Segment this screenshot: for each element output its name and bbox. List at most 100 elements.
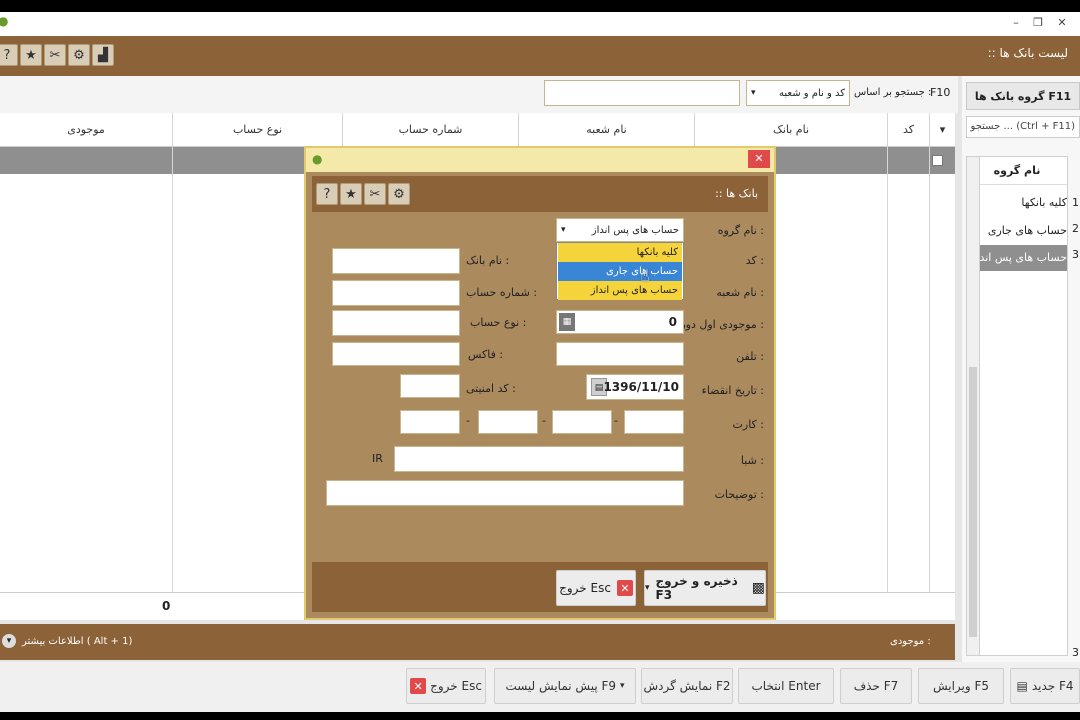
list-item[interactable]: حساب های پس انداز [967,245,1067,271]
edit-button[interactable]: ویرایش F5 [918,668,1004,704]
tools-icon[interactable]: ✂ [44,44,66,66]
row-number: 1 [1072,196,1079,209]
page-title: :: لیست بانک ها [987,46,1068,60]
card-dash: - [542,414,546,427]
col-code[interactable]: کد [887,113,929,147]
app-icon: ● [0,14,9,28]
save-exit-button[interactable]: ▾ ذخیره و خروج F3 ▩ [644,570,766,606]
account-type-input[interactable] [332,310,460,336]
opening-balance-input[interactable]: ▦ 0 [556,310,684,334]
list-item[interactable]: کلیه بانکها [967,191,1067,215]
save-exit-label: ذخیره و خروج F3 [655,574,738,602]
exit-button[interactable]: ✕ خروج Esc [406,668,486,704]
col-account-type[interactable]: نوع حساب [172,113,342,147]
fax-input[interactable] [332,342,460,366]
new-button[interactable]: ▤ جدید F4 [1010,668,1080,704]
sheba-label: شبا : [740,454,764,467]
search-by-label: جستجو بر اساس : [854,87,932,98]
expiry-date-input[interactable]: ▤ 1396/11/10 [586,374,684,400]
delete-button[interactable]: حذف F7 [840,668,912,704]
dropdown-option[interactable]: حساب های پس انداز [558,281,682,300]
account-number-input[interactable] [332,280,460,306]
document-icon: ▤ [1016,679,1028,693]
group-panel: گروه بانک ها F11 جستجو ... (Ctrl + F11) … [962,76,1080,662]
group-name: حساب های جاری [987,224,1067,237]
opening-balance-value: 0 [668,315,677,329]
security-code-input[interactable] [400,374,460,398]
card-label: کارت : [732,418,764,431]
gear-icon[interactable]: ⚙ [68,44,90,66]
tools-icon[interactable]: ✂ [364,183,386,205]
grid-divider [929,147,930,617]
star-icon[interactable]: ★ [20,44,42,66]
sheba-input[interactable] [394,446,684,472]
group-name: حساب های پس انداز [971,251,1067,264]
search-field-value: کد و نام و شعبه [779,87,845,99]
card-part-3[interactable] [552,410,612,434]
card-dash: - [614,414,618,427]
group-list-scrollbar[interactable] [966,156,980,656]
main-window: ● – ❐ ✕ ? ★ ✂ ⚙ ▟ :: لیست بانک ها ▾ کد و… [0,12,1080,712]
dialog-title: :: بانک ها [715,187,758,200]
dropdown-option[interactable]: حساب های جاری [558,262,682,281]
expiry-date-value: 1396/11/10 [603,380,679,394]
chevron-down-icon: ▾ [561,225,566,235]
balance-label: موجودی : [890,636,931,647]
preview-label: پیش نمایش لیست F9 [505,679,617,693]
dialog-title-bar: ● ✕ [306,148,774,172]
code-label: کد : [745,254,764,267]
scrollbar-thumb[interactable] [969,367,977,637]
turnover-button[interactable]: نمایش گردش F2 [641,668,733,704]
list-item[interactable]: حساب های جاری [967,219,1067,243]
card-part-2[interactable] [478,410,538,434]
chart-icon[interactable]: ▟ [92,44,114,66]
dialog-toolbar: ? ★ ✂ ⚙ :: بانک ها [312,176,768,212]
col-branch-name[interactable]: نام شعبه [518,113,694,147]
top-toolbar: ? ★ ✂ ⚙ ▟ [0,36,1080,76]
help-icon[interactable]: ? [316,183,338,205]
chevron-down-icon: ▾ [751,88,756,98]
card-part-1[interactable] [400,410,460,434]
group-select[interactable]: ▾ حساب های پس انداز [556,218,684,242]
dropdown-option[interactable]: کلیه بانکها [558,243,682,262]
close-icon: ✕ [616,580,633,596]
gear-icon[interactable]: ⚙ [388,183,410,205]
opening-balance-label: موجودی اول دوره : [674,318,764,331]
group-search-input[interactable]: جستجو ... (Ctrl + F11) [966,116,1080,138]
close-icon: ✕ [410,678,427,694]
expand-more-icon[interactable]: ▾ [2,634,16,648]
grid-header: موجودی نوع حساب شماره حساب نام شعبه نام … [0,113,955,147]
group-button[interactable]: گروه بانک ها F11 [966,82,1080,110]
select-button[interactable]: انتخاب Enter [738,668,834,704]
star-icon[interactable]: ★ [340,183,362,205]
bank-name-input[interactable] [332,248,460,274]
search-row: ▾ کد و نام و شعبه جستجو بر اساس : F10 [0,76,958,113]
card-part-4[interactable] [624,410,684,434]
phone-input[interactable] [556,342,684,366]
group-list-header: نام گروه [967,157,1067,185]
filter-dropdown[interactable]: ▾ [929,113,955,147]
col-bank-name[interactable]: نام بانک [694,113,887,147]
dialog-form: نام گروه : کد : نام شعبه : موجودی اول دو… [312,212,768,562]
search-input[interactable] [544,80,740,106]
security-code-label: کد امنیتی : [466,382,516,395]
card-dash: - [466,414,470,427]
calculator-icon[interactable]: ▦ [559,313,575,331]
dialog-exit-button[interactable]: خروج Esc ✕ [556,570,636,606]
app-icon: ● [312,152,323,166]
dialog-close-button[interactable]: ✕ [748,150,770,168]
close-button[interactable]: ✕ [1052,16,1072,29]
preview-button[interactable]: پیش نمایش لیست F9 ▾ [494,668,636,704]
search-field-select[interactable]: ▾ کد و نام و شعبه [746,80,850,106]
more-info-bar: ▾ اطلاعات بیشتر ( Alt + 1) موجودی : [0,624,955,660]
group-count: 3 [1072,646,1079,659]
minimize-button[interactable]: – [1006,16,1026,29]
more-info-link[interactable]: اطلاعات بیشتر ( Alt + 1) [22,636,132,647]
col-account-number[interactable]: شماره حساب [342,113,518,147]
phone-label: تلفن : [736,350,764,363]
row-checkbox[interactable] [932,155,943,166]
maximize-button[interactable]: ❐ [1028,16,1048,29]
col-balance[interactable]: موجودی [0,113,172,147]
notes-input[interactable] [326,480,684,506]
help-icon[interactable]: ? [0,44,18,66]
